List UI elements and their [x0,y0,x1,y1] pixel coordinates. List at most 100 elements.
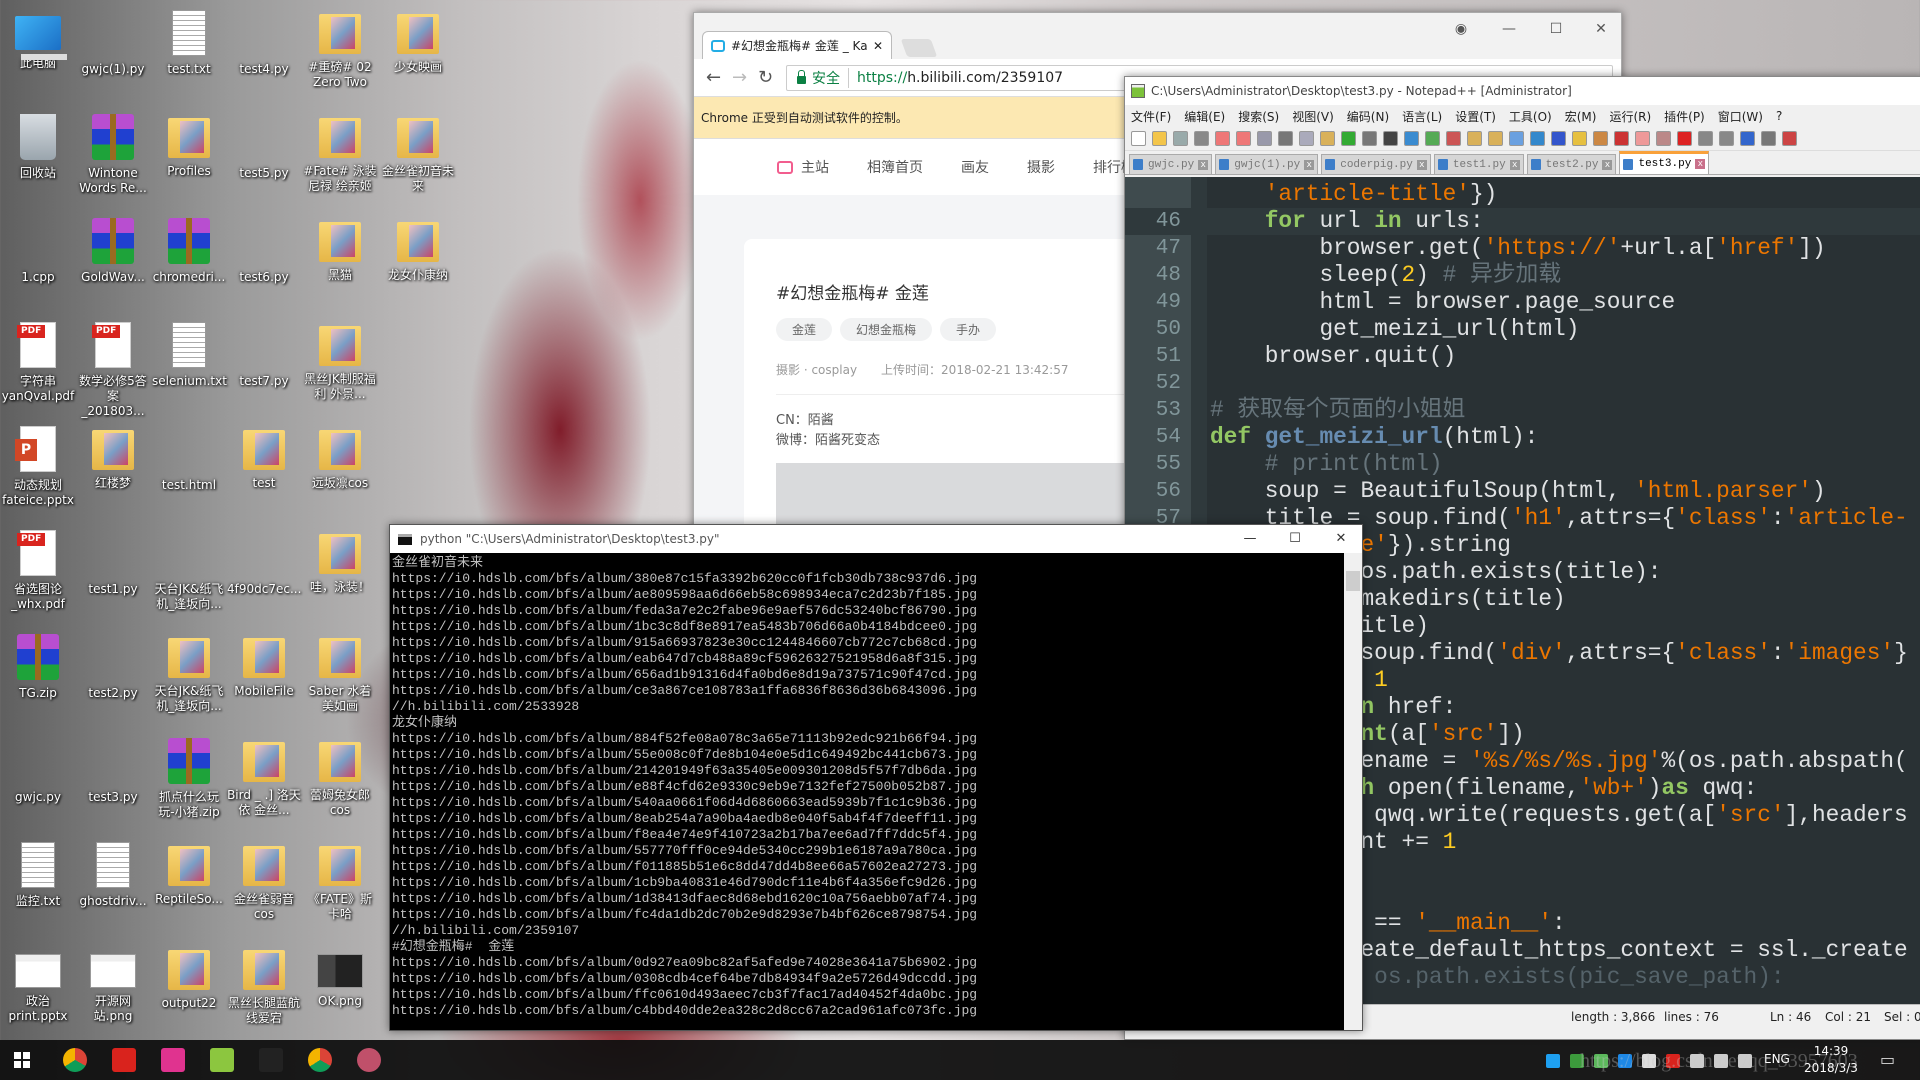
input-language[interactable]: ENG [1764,1052,1790,1066]
site-nav-item[interactable]: 摄影 [1027,157,1055,177]
desktop-icon[interactable]: 字符串 yanQval.pdf [1,322,75,404]
browser-tab-active[interactable]: #幻想金瓶梅# 金莲 _ Ka ✕ [702,31,892,59]
desktop-icon[interactable]: 黑丝JK制服福利 外景... [303,322,377,402]
tab-close-icon[interactable]: x [1602,159,1613,170]
desktop-icon[interactable]: OK.png [303,946,377,1009]
menu-item[interactable]: 宏(M) [1565,108,1597,125]
maximize-button[interactable]: ☐ [1541,21,1571,37]
close-button[interactable]: ✕ [1326,531,1356,546]
toolbar-button-icon[interactable] [1278,131,1293,146]
menu-item[interactable]: 运行(R) [1609,108,1651,125]
chrome-icon[interactable] [63,1048,87,1072]
paper-plane-icon[interactable] [161,1048,185,1072]
toolbar-button-icon[interactable] [1677,131,1692,146]
desktop-icon[interactable]: test2.py [76,634,1260,756]
file-tab[interactable]: test2.py x [1526,154,1617,174]
avatar-app-icon[interactable] [357,1048,381,1072]
menu-item[interactable]: 工具(O) [1509,108,1552,125]
menu-item[interactable]: 视图(V) [1292,108,1334,125]
app-icon[interactable] [1618,1054,1632,1068]
desktop-icon[interactable]: 数学必修5答案_201803... [76,322,150,419]
usb-icon[interactable] [1690,1054,1704,1068]
file-tab[interactable]: gwjc.py x [1129,154,1213,174]
desktop-icon[interactable]: test5.py [227,114,1411,236]
toolbar-button-icon[interactable] [1320,131,1335,146]
desktop-icon[interactable]: Bird _ .] 洛天依 金丝... [227,738,301,818]
desktop-icon[interactable]: 龙女仆康纳 [381,218,455,283]
toolbar-button-icon[interactable] [1131,131,1146,146]
desktop-icon[interactable]: test4.py [227,10,1411,132]
desktop-icon[interactable]: #重磅# 02 Zero Two [303,10,377,90]
menu-item[interactable]: 设置(T) [1455,108,1496,125]
toolbar-button-icon[interactable] [1593,131,1608,146]
desktop-icon[interactable]: gwjc.py [1,738,1185,860]
netease-icon[interactable] [1666,1054,1680,1068]
new-tab-button[interactable] [900,39,938,57]
tab-close-icon[interactable]: x [1695,159,1706,169]
menu-item[interactable]: ? [1776,109,1782,123]
chrome-icon[interactable] [308,1048,332,1072]
desktop-icon[interactable]: test.txt [152,10,226,77]
desktop-icon[interactable]: Saber 水着 美如画 [303,634,377,714]
tag-chip[interactable]: 金莲 [776,318,833,341]
desktop-icon[interactable]: ghostdriv... [76,842,150,909]
file-tab[interactable]: gwjc(1).py x [1215,154,1319,174]
toolbar-button-icon[interactable] [1173,131,1188,146]
tab-close-icon[interactable]: x [1198,159,1209,170]
desktop-icon[interactable]: GoldWav... [76,218,150,285]
site-nav-item[interactable]: 画友 [961,157,989,177]
desktop-icon[interactable]: test7.py [227,322,1411,444]
toolbar-button-icon[interactable] [1341,131,1356,146]
menu-item[interactable]: 插件(P) [1664,108,1705,125]
file-tab[interactable]: test3.py x [1619,151,1710,174]
desktop-icon[interactable]: 天台JK&纸飞机_逢坂向... [152,530,905,612]
toolbar-button-icon[interactable] [1215,131,1230,146]
qq-icon[interactable] [1546,1054,1560,1068]
close-button[interactable]: ✕ [1586,21,1616,37]
tab-close-icon[interactable]: ✕ [873,39,883,53]
desktop-icon[interactable]: 金丝雀弱音cos [227,842,301,922]
desktop-icon[interactable]: Wintone Words Re... [76,114,150,196]
toolbar-button-icon[interactable] [1152,131,1167,146]
desktop-icon[interactable]: test3.py [76,738,1260,860]
tag-chip[interactable]: 幻想金瓶梅 [840,318,933,341]
toolbar-button-icon[interactable] [1446,131,1461,146]
toolbar-button-icon[interactable] [1761,131,1776,146]
desktop-icon[interactable]: 金丝雀初音未来 [381,114,455,194]
desktop-icon[interactable]: Profiles [152,114,226,179]
notification-icon[interactable]: ▭ [1880,1050,1895,1069]
toolbar-button-icon[interactable] [1425,131,1440,146]
tab-close-icon[interactable]: x [1416,159,1427,170]
desktop-icon[interactable]: 动态规划 fateice.pptx [1,426,75,508]
toolbar-button-icon[interactable] [1719,131,1734,146]
file-tab[interactable]: coderpig.py x [1321,154,1431,174]
menu-item[interactable]: 语言(L) [1402,108,1442,125]
volume-icon[interactable] [1738,1054,1752,1068]
toolbar-button-icon[interactable] [1614,131,1629,146]
toolbar-button-icon[interactable] [1194,131,1209,146]
menu-item[interactable]: 搜索(S) [1238,108,1279,125]
desktop-icon[interactable]: MobileFile [227,634,301,699]
reload-icon[interactable]: ↻ [758,67,773,88]
cmd-icon[interactable] [259,1048,283,1072]
toolbar-button-icon[interactable] [1656,131,1671,146]
site-nav-item[interactable]: 相簿首页 [867,157,923,177]
desktop-icon[interactable]: 省选图论_whx.pdf [1,530,75,612]
file-tab[interactable]: test1.py x [1433,154,1524,174]
desktop-icon[interactable]: 抓点什么玩玩-小猪.zip [152,738,226,820]
desktop-icon[interactable]: selenium.txt [152,322,227,389]
tag-chip[interactable]: 手办 [940,318,997,341]
desktop-icon[interactable]: TG.zip [1,634,75,701]
profile-icon[interactable]: ◉ [1446,21,1476,37]
desktop-icon[interactable]: test [227,426,301,491]
toolbar-button-icon[interactable] [1509,131,1524,146]
toolbar-button-icon[interactable] [1488,131,1503,146]
desktop-icon[interactable]: 回收站 [1,114,75,181]
menu-item[interactable]: 编码(N) [1347,108,1389,125]
toolbar-button-icon[interactable] [1572,131,1587,146]
toolbar-button-icon[interactable] [1635,131,1650,146]
plane-icon[interactable] [1594,1054,1608,1068]
netease-music-icon[interactable] [112,1048,136,1072]
desktop-icon[interactable]: gwjc(1).py [76,10,1260,132]
tab-close-icon[interactable]: x [1509,159,1520,170]
